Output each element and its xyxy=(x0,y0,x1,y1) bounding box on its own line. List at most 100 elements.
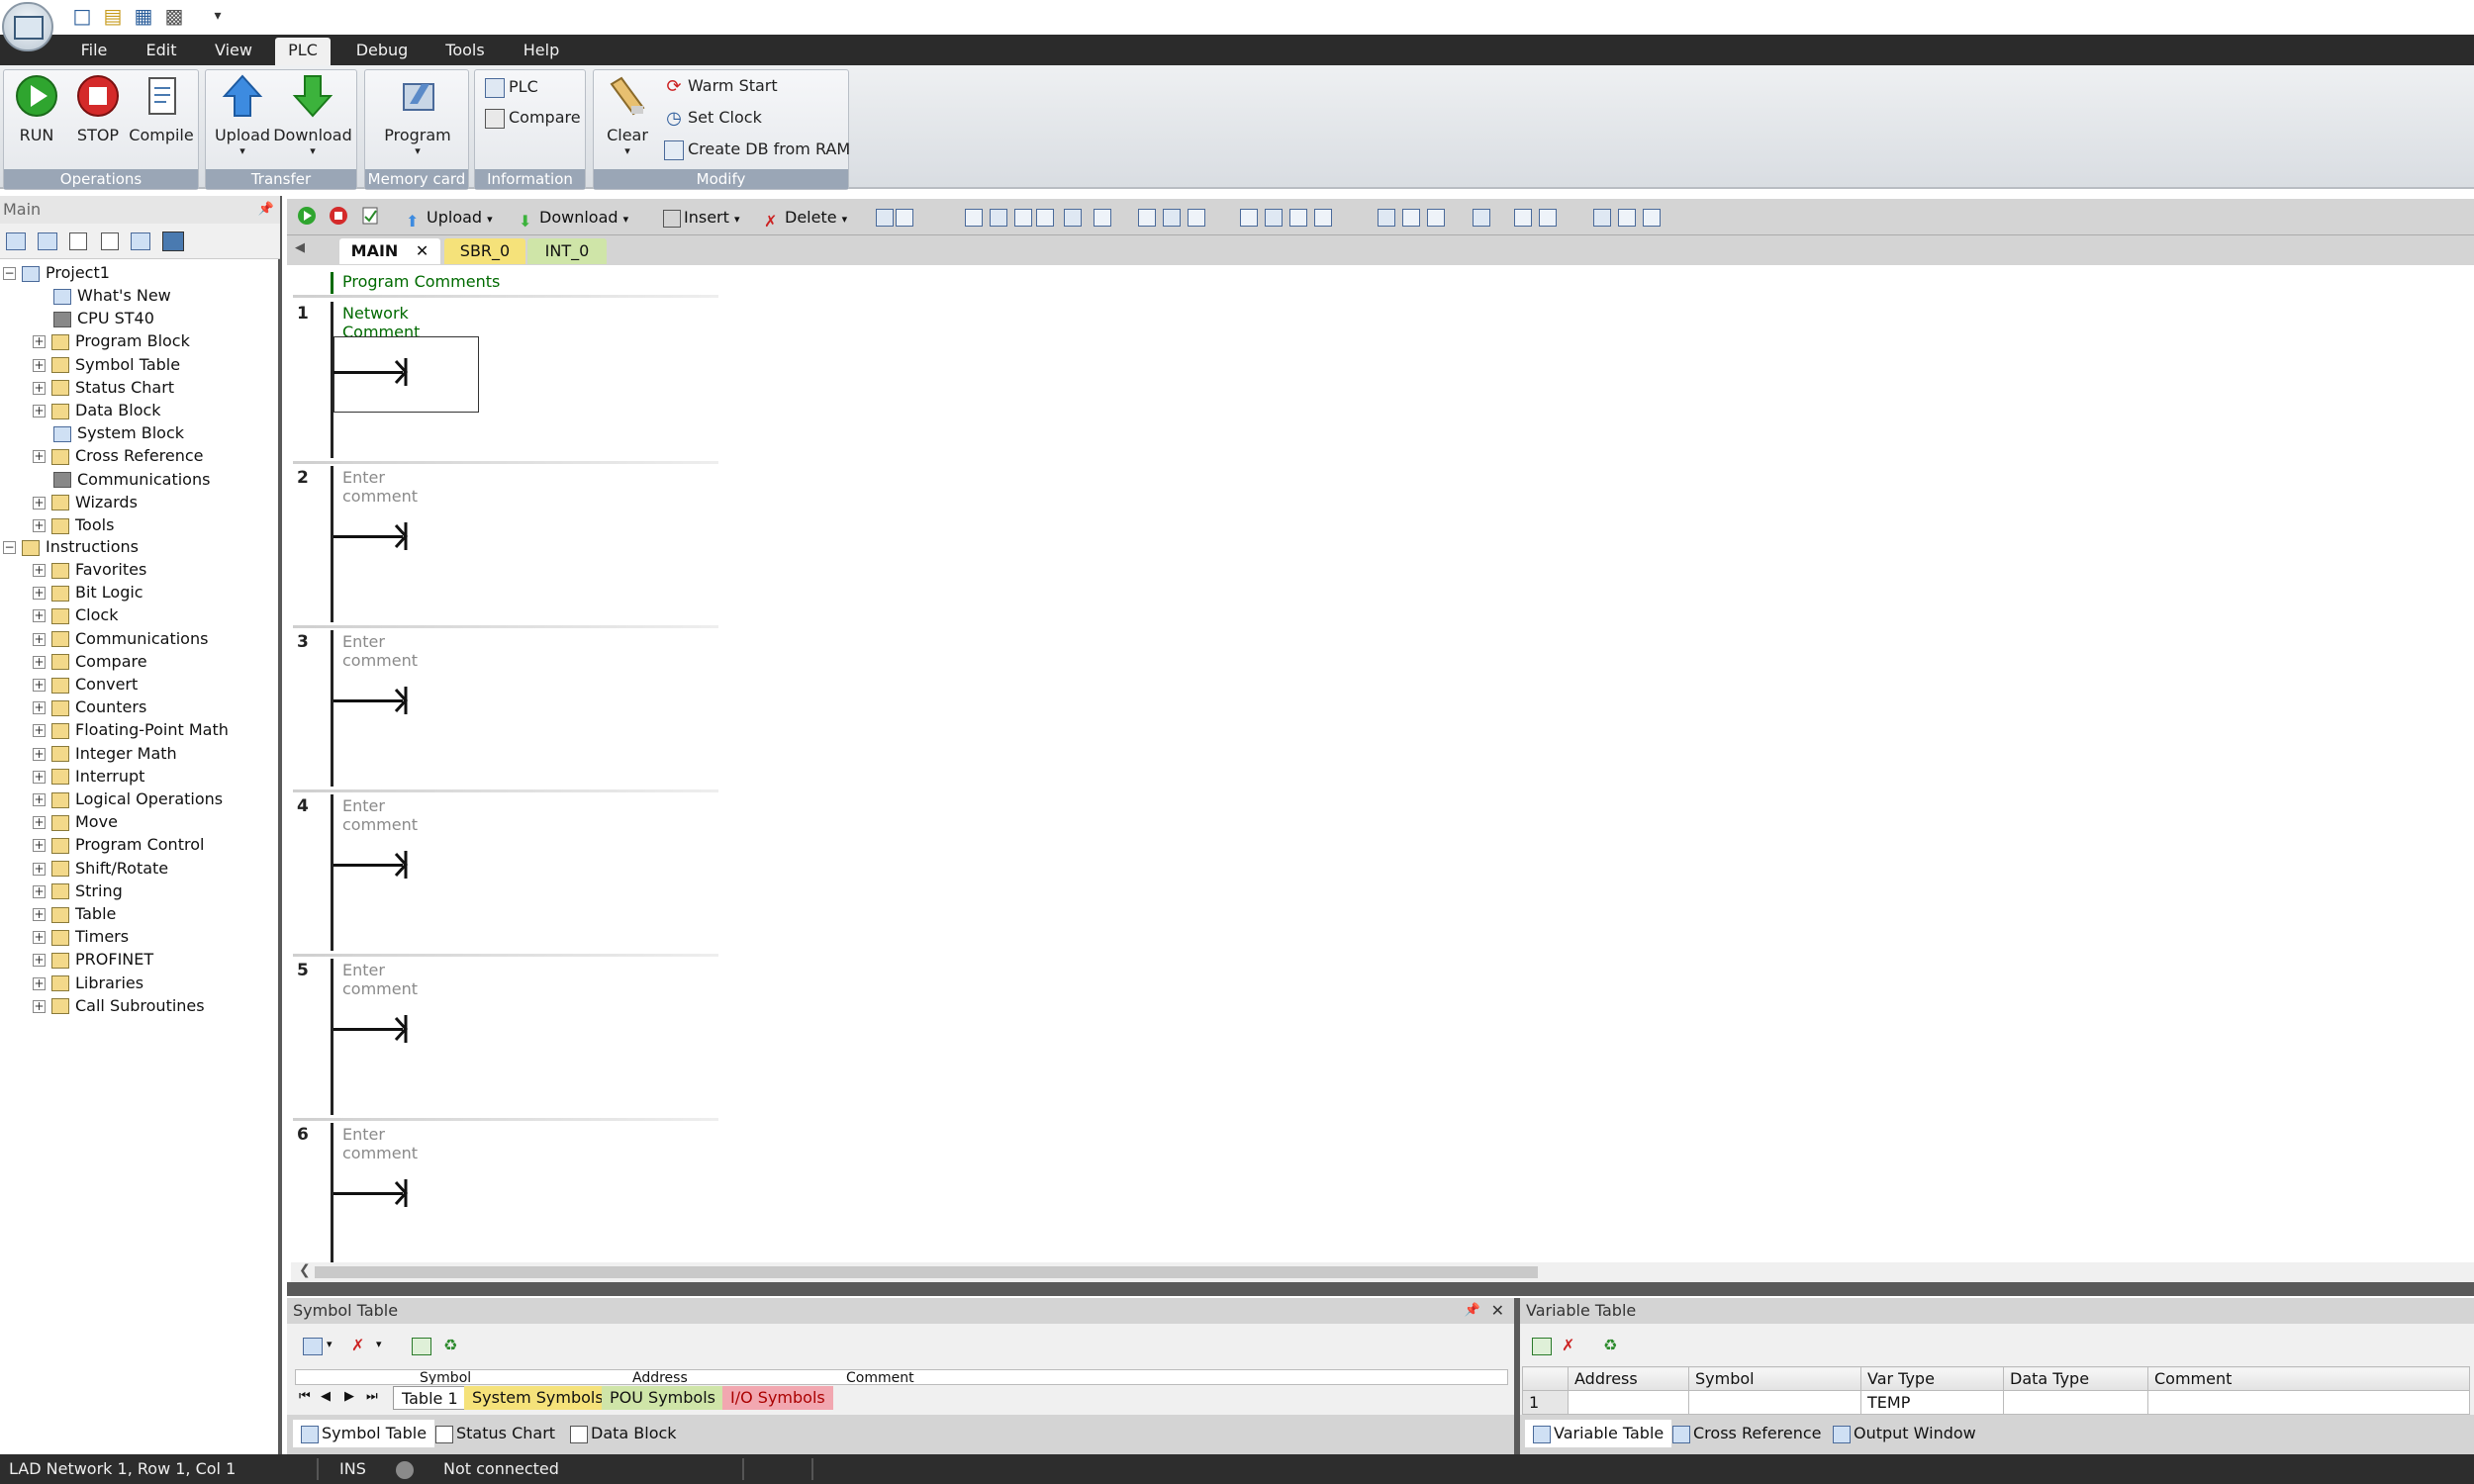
tree-item-cross-reference[interactable]: + Cross Reference xyxy=(33,444,204,467)
tree-view-icon-3[interactable] xyxy=(69,232,87,250)
box-icon[interactable] xyxy=(1014,209,1032,227)
symbol-tool-icon-4[interactable]: ♻ xyxy=(443,1336,457,1354)
panel-splitter[interactable] xyxy=(287,1282,2474,1296)
instruction-profinet[interactable]: + PROFINET xyxy=(33,948,153,971)
variable-tool-icon[interactable]: ♻ xyxy=(1603,1336,1617,1354)
expand-icon[interactable]: + xyxy=(33,793,46,806)
box-insert-icon[interactable] xyxy=(1427,209,1445,227)
instruction-move[interactable]: + Move xyxy=(33,810,118,833)
coil-out-icon[interactable] xyxy=(1402,209,1420,227)
open-folder-icon[interactable]: ▤ xyxy=(100,3,126,29)
sheet-last-icon[interactable]: ⏭ xyxy=(366,1389,378,1404)
sheet-tab-table1[interactable]: Table 1 xyxy=(393,1386,467,1410)
goto-icon[interactable] xyxy=(1094,209,1111,227)
toolbar-upload-button[interactable]: ⬆ Upload ▾ xyxy=(406,206,493,231)
expand-icon[interactable]: + xyxy=(33,816,46,830)
bottom-tab-cross-reference[interactable]: Cross Reference xyxy=(1672,1420,1822,1447)
bottom-tab-status-chart[interactable]: Status Chart xyxy=(435,1420,555,1447)
expand-icon[interactable]: + xyxy=(33,335,46,349)
instruction-counters[interactable]: + Counters xyxy=(33,696,146,718)
expand-icon[interactable]: + xyxy=(33,908,46,921)
program-comments[interactable]: Program Comments xyxy=(342,272,500,291)
expand-icon[interactable]: + xyxy=(33,609,46,623)
bottom-tab-output-window[interactable]: Output Window xyxy=(1833,1420,1976,1447)
expand-icon[interactable]: + xyxy=(33,450,46,464)
expand-icon[interactable]: + xyxy=(33,701,46,715)
upload-button[interactable]: Upload ▾ xyxy=(210,74,275,157)
edit-icon[interactable] xyxy=(1539,209,1557,227)
network-delete-icon[interactable] xyxy=(896,209,913,227)
save-icon[interactable]: ▦ xyxy=(131,3,156,29)
instruction-integer-math[interactable]: + Integer Math xyxy=(33,742,177,765)
tree-view-icon-2[interactable] xyxy=(38,232,57,250)
tab-close-icon[interactable]: ✕ xyxy=(416,241,428,260)
instruction-compare[interactable]: + Compare xyxy=(33,650,147,673)
expand-icon[interactable]: + xyxy=(33,358,46,372)
network-comment[interactable]: Enter comment xyxy=(342,961,418,998)
properties-icon[interactable] xyxy=(1643,209,1661,227)
insert-variable-icon[interactable] xyxy=(1532,1338,1552,1355)
bottom-tab-symbol-table[interactable]: Symbol Table xyxy=(293,1420,435,1447)
tree-item-symbol-table[interactable]: + Symbol Table xyxy=(33,353,180,376)
create-db-button[interactable]: Create DB from RAM xyxy=(664,137,850,162)
delete-variable-icon[interactable]: ✗ xyxy=(1562,1336,1574,1354)
tree-item-what-s-new[interactable]: What's New xyxy=(33,284,171,307)
menu-edit[interactable]: Edit xyxy=(139,38,184,63)
sheet-next-icon[interactable]: ▶ xyxy=(344,1389,354,1404)
instruction-libraries[interactable]: + Libraries xyxy=(33,972,143,994)
instruction-program-control[interactable]: + Program Control xyxy=(33,833,204,856)
new-file-icon[interactable]: □ xyxy=(69,3,95,29)
table-row[interactable]: 1 TEMP xyxy=(1522,1390,2470,1415)
network-comment[interactable]: Enter comment xyxy=(342,468,418,506)
run-small-icon[interactable] xyxy=(297,206,317,230)
expand-icon[interactable]: + xyxy=(33,405,46,417)
branch-icon[interactable] xyxy=(1036,209,1054,227)
tree-item-system-block[interactable]: System Block xyxy=(33,421,184,444)
menu-file[interactable]: File xyxy=(71,38,117,63)
tab-scroll-left-icon[interactable]: ◀ xyxy=(295,240,305,255)
instruction-shift-rotate[interactable]: + Shift/Rotate xyxy=(33,857,168,880)
sheet-tab-io-symbols[interactable]: I/O Symbols xyxy=(722,1386,833,1410)
toolbar-delete-button[interactable]: ✗ Delete ▾ xyxy=(764,206,847,231)
instruction-favorites[interactable]: + Favorites xyxy=(33,558,146,581)
tree-item-wizards[interactable]: + Wizards xyxy=(33,491,138,513)
instruction-logical-operations[interactable]: + Logical Operations xyxy=(33,788,223,810)
sheet-tab-pou-symbols[interactable]: POU Symbols xyxy=(602,1386,723,1410)
program-protect-icon[interactable] xyxy=(1188,209,1205,227)
instruction-call-subroutines[interactable]: + Call Subroutines xyxy=(33,994,205,1017)
menu-view[interactable]: View xyxy=(209,38,258,63)
expand-icon[interactable]: + xyxy=(33,747,46,761)
expand-icon[interactable]: + xyxy=(33,839,46,853)
instruction-clock[interactable]: + Clock xyxy=(33,603,118,626)
add-symbol-dropdown-icon[interactable]: ▾ xyxy=(327,1338,333,1350)
expand-icon[interactable]: + xyxy=(33,884,46,898)
contact-no-icon[interactable] xyxy=(1378,209,1395,227)
lock-icon[interactable] xyxy=(1138,209,1156,227)
var-comment-cell[interactable] xyxy=(2147,1390,2470,1415)
set-clock-button[interactable]: ◷ Set Clock xyxy=(664,105,762,131)
instruction-string[interactable]: + String xyxy=(33,880,123,902)
sheet-tab-system-symbols[interactable]: System Symbols xyxy=(464,1386,612,1410)
expand-icon[interactable]: + xyxy=(33,632,46,646)
stop-button[interactable]: STOP xyxy=(73,74,123,144)
var-type-cell[interactable]: TEMP xyxy=(1860,1390,2004,1415)
clear-icon[interactable] xyxy=(1064,209,1082,227)
var-symbol-cell[interactable] xyxy=(1688,1390,1861,1415)
expand-icon[interactable]: + xyxy=(33,931,46,945)
table-icon[interactable] xyxy=(1514,209,1532,227)
sheet-first-icon[interactable]: ⏮ xyxy=(299,1389,311,1404)
expand-icon[interactable]: + xyxy=(33,999,46,1013)
instruction-table[interactable]: + Table xyxy=(33,902,116,925)
expand-icon[interactable]: + xyxy=(33,679,46,692)
instruction-floating-point-math[interactable]: + Floating-Point Math xyxy=(33,718,229,741)
instruction-timers[interactable]: + Timers xyxy=(33,925,129,948)
instruction-convert[interactable]: + Convert xyxy=(33,673,138,696)
scroll-thumb[interactable] xyxy=(315,1266,1538,1278)
bottom-tab-data-block[interactable]: Data Block xyxy=(570,1420,677,1447)
expand-icon[interactable]: + xyxy=(33,381,46,395)
ladder-editor[interactable] xyxy=(291,265,2474,1264)
bottom-tab-variable-table[interactable]: Variable Table xyxy=(1525,1420,1672,1447)
instruction-interrupt[interactable]: + Interrupt xyxy=(33,765,144,788)
communications-icon[interactable] xyxy=(162,232,184,251)
tab-int0[interactable]: INT_0 xyxy=(527,238,607,264)
